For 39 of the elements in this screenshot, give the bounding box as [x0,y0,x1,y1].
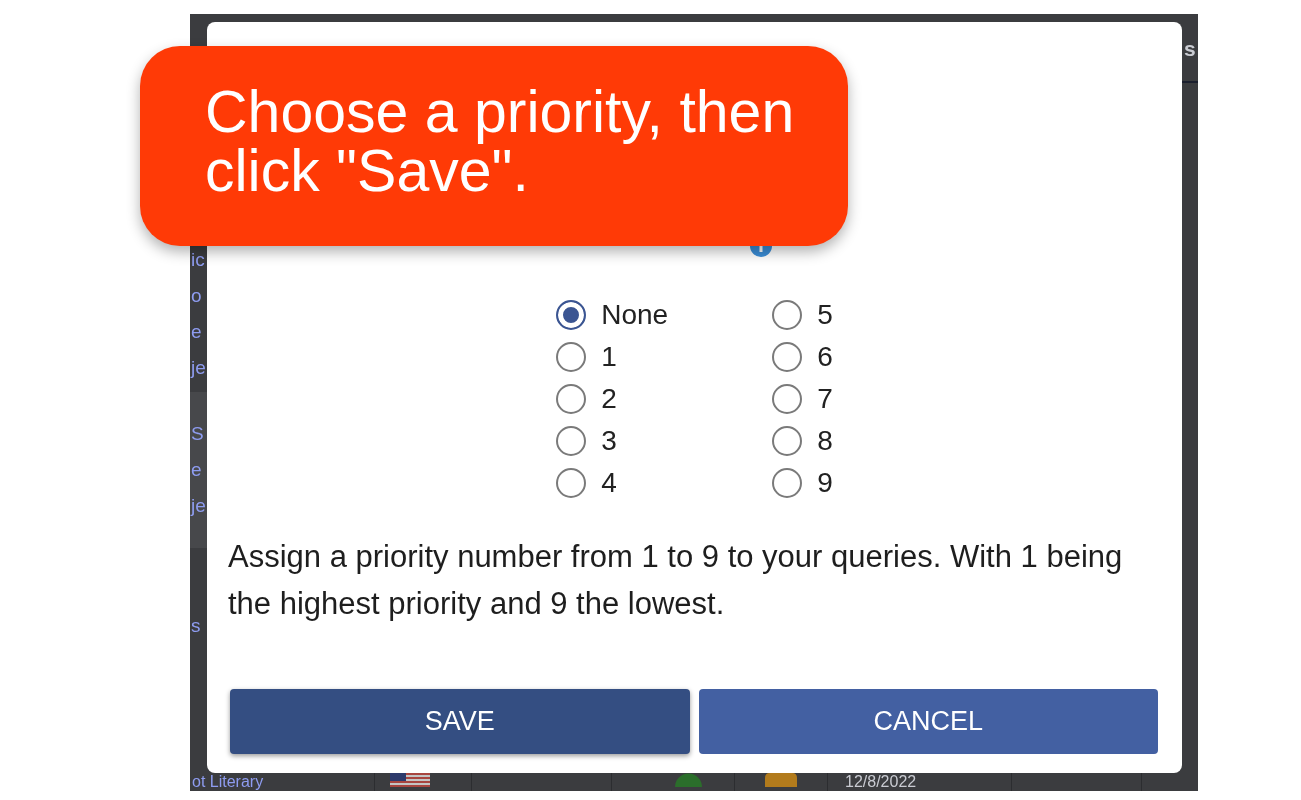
radio-icon[interactable] [556,384,587,414]
radio-icon[interactable] [772,468,803,498]
link-text: e [190,458,202,482]
date-text: 12/8/2022 [845,773,917,791]
link-text: e [190,320,202,344]
priority-option[interactable]: 5 [772,299,833,331]
instruction-tooltip: Choose a priority, then click "Save". [140,46,848,246]
flag-icon [390,773,430,787]
radio-icon[interactable] [772,426,803,456]
priority-option[interactable]: 4 [556,467,617,499]
radio-icon[interactable] [772,384,803,414]
link-text: ic [190,248,205,272]
priority-option[interactable]: 9 [772,467,833,499]
radio-icon[interactable] [556,342,587,372]
tile-icon [765,773,797,787]
description-text: Assign a priority number from 1 to 9 to your queries. With 1 being the highest priority and 9 the lowest. [228,538,1124,623]
radio-icon[interactable] [772,300,803,330]
link-text: je [190,494,206,518]
priority-option[interactable]: 3 [556,425,617,457]
priority-option[interactable]: 1 [556,341,617,373]
priority-option[interactable]: 6 [772,341,833,373]
radio-icon[interactable] [772,342,803,372]
radio-icon[interactable] [556,426,587,456]
priority-option[interactable]: 8 [772,425,833,457]
name-text: ot Literary [191,773,264,791]
link-text: o [190,284,202,308]
radio-icon[interactable] [556,300,587,330]
priority-option[interactable]: 7 [772,383,833,415]
link-text: S [190,422,204,446]
link-text: je [190,356,206,380]
radio-icon[interactable] [556,468,587,498]
cancel-button[interactable]: CANCEL [698,689,1158,754]
save-button[interactable]: SAVE [230,689,690,754]
info-icon[interactable] [750,246,772,257]
priority-option[interactable]: 2 [556,383,617,415]
link-text: s [190,614,201,638]
priority-option[interactable]: None [556,299,669,331]
dome-icon [675,773,702,787]
header-text: s [1184,37,1196,60]
